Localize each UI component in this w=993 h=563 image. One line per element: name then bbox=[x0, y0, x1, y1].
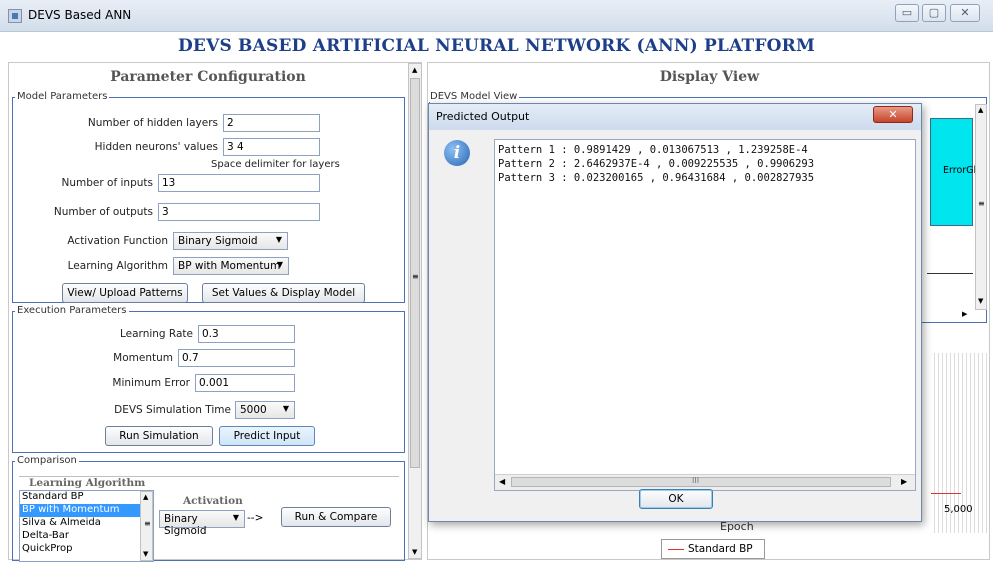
algorithm-list[interactable]: Standard BP BP with Momentum Silva & Alm… bbox=[19, 490, 154, 562]
output-line-1: Pattern 1 : 0.9891429 , 0.013067513 , 1.… bbox=[498, 144, 808, 156]
list-item[interactable]: BP with Momentum bbox=[20, 504, 140, 517]
algorithm-column-header: Learning Algorithm bbox=[29, 477, 146, 489]
list-item[interactable]: QuickProp bbox=[20, 543, 140, 556]
dialog-title: Predicted Output bbox=[436, 110, 530, 123]
scroll-grip-icon: III bbox=[692, 476, 700, 485]
display-panel-title: Display View bbox=[659, 69, 760, 85]
scroll-thumb[interactable]: III bbox=[511, 476, 891, 487]
momentum-input[interactable]: 0.7 bbox=[178, 349, 295, 367]
output-line-3: Pattern 3 : 0.023200165 , 0.96431684 , 0… bbox=[498, 172, 815, 184]
parameter-panel-title: Parameter Configuration bbox=[110, 69, 306, 85]
parameter-panel: Parameter Configuration Model Parameters… bbox=[8, 62, 422, 562]
scroll-up-icon[interactable]: ▲ bbox=[978, 106, 983, 114]
activation-column-header: Activation bbox=[183, 495, 243, 507]
learning-algorithm-select[interactable]: BP with Momentum ▼ bbox=[173, 257, 289, 275]
activation-function-select[interactable]: Binary Sigmoid ▼ bbox=[173, 232, 288, 250]
predicted-output-textarea[interactable]: Pattern 1 : 0.9891429 , 0.013067513 , 1.… bbox=[494, 139, 916, 491]
comparison-activation-select[interactable]: Binary Sigmoid ▼ bbox=[159, 510, 245, 537]
hidden-neurons-input[interactable]: 3 4 bbox=[223, 138, 320, 156]
set-values-display-model-button[interactable]: Set Values & Display Model bbox=[202, 283, 365, 303]
view-upload-patterns-button[interactable]: View/ Upload Patterns bbox=[62, 283, 188, 303]
window-title: DEVS Based ANN bbox=[28, 8, 132, 22]
error-node[interactable]: ErrorGl bbox=[930, 118, 977, 226]
run-compare-button[interactable]: Run & Compare bbox=[281, 507, 391, 527]
comparison-activation-value: Binary Sigmoid bbox=[164, 513, 207, 537]
scroll-down-icon[interactable]: ▼ bbox=[978, 297, 983, 305]
legend-entry-label: Standard BP bbox=[688, 543, 753, 555]
devs-model-view-legend: DEVS Model View bbox=[428, 91, 520, 102]
simulation-time-select[interactable]: 5000 ▼ bbox=[235, 401, 295, 419]
activation-function-label: Activation Function bbox=[67, 235, 168, 247]
predicted-output-dialog: Predicted Output ✕ i Pattern 1 : 0.98914… bbox=[428, 103, 922, 522]
chevron-down-icon: ▼ bbox=[276, 260, 283, 269]
minimum-error-label: Minimum Error bbox=[112, 377, 190, 389]
legend-line-swatch bbox=[668, 549, 684, 550]
list-item[interactable]: Delta-Bar bbox=[20, 530, 140, 543]
main-title: DEVS BASED ARTIFICIAL NEURAL NETWORK (AN… bbox=[177, 36, 816, 56]
minimize-button[interactable]: ▭ bbox=[895, 4, 919, 22]
output-hscrollbar[interactable]: ◀ III ▶ bbox=[495, 474, 915, 490]
learning-rate-label: Learning Rate bbox=[120, 328, 193, 340]
scroll-right-icon[interactable]: ▶ bbox=[901, 477, 907, 486]
list-item[interactable]: Standard BP bbox=[20, 491, 140, 504]
algorithm-list-scrollbar[interactable]: ▲ ≡ ▼ bbox=[140, 491, 153, 561]
scroll-grip-icon[interactable]: ≡ bbox=[144, 519, 151, 528]
parameter-panel-scrollbar[interactable]: ▲ ≡ ▼ bbox=[408, 63, 422, 559]
window-title-bar: DEVS Based ANN ▭ ▢ ✕ bbox=[0, 0, 993, 32]
model-parameters-legend: Model Parameters bbox=[15, 91, 110, 102]
ok-button[interactable]: OK bbox=[639, 489, 713, 509]
predict-input-button[interactable]: Predict Input bbox=[219, 426, 315, 446]
activation-function-value: Binary Sigmoid bbox=[178, 235, 258, 247]
scroll-right-icon[interactable]: ▶ bbox=[962, 310, 967, 318]
simulation-time-value: 5000 bbox=[240, 404, 267, 416]
minimum-error-input[interactable]: 0.001 bbox=[195, 374, 295, 392]
execution-parameters-group: Execution Parameters Learning Rate 0.3 M… bbox=[12, 305, 405, 453]
hidden-neurons-label: Hidden neurons' values bbox=[94, 141, 218, 153]
comparison-legend: Comparison bbox=[15, 455, 79, 466]
model-view-scrollbar[interactable]: ▲ ≡ ▼ bbox=[975, 104, 987, 310]
dialog-title-bar: Predicted Output ✕ bbox=[429, 104, 921, 130]
chevron-down-icon: ▼ bbox=[282, 404, 289, 413]
layer-delimiter-hint: Space delimiter for layers bbox=[211, 159, 340, 170]
dialog-close-button[interactable]: ✕ bbox=[873, 106, 913, 123]
output-line-2: Pattern 2 : 2.6462937E-4 , 0.009225535 ,… bbox=[498, 158, 815, 170]
hidden-layers-label: Number of hidden layers bbox=[87, 117, 218, 129]
learning-algorithm-label: Learning Algorithm bbox=[67, 260, 168, 272]
arrow-icon: --> bbox=[247, 512, 264, 524]
chart-legend: Standard BP bbox=[661, 539, 765, 559]
app-icon bbox=[8, 9, 22, 23]
close-button[interactable]: ✕ bbox=[950, 4, 980, 22]
run-simulation-button[interactable]: Run Simulation bbox=[105, 426, 213, 446]
momentum-label: Momentum bbox=[113, 352, 173, 364]
chevron-down-icon: ▼ bbox=[232, 513, 239, 522]
scroll-down-icon[interactable]: ▼ bbox=[143, 550, 148, 558]
error-node-label: ErrorGl bbox=[943, 165, 977, 176]
scroll-down-icon[interactable]: ▼ bbox=[412, 548, 417, 556]
chart-x-tick: 5,000 bbox=[944, 504, 973, 515]
outputs-label: Number of outputs bbox=[53, 206, 153, 218]
simulation-time-label: DEVS Simulation Time bbox=[114, 404, 231, 416]
model-connector-line bbox=[927, 273, 973, 274]
inputs-input[interactable]: 13 bbox=[158, 174, 320, 192]
info-icon: i bbox=[444, 140, 470, 166]
maximize-button[interactable]: ▢ bbox=[922, 4, 946, 22]
list-item[interactable]: Silva & Almeida bbox=[20, 517, 140, 530]
chevron-down-icon: ▼ bbox=[275, 235, 282, 244]
scroll-up-icon[interactable]: ▲ bbox=[143, 493, 148, 501]
scroll-grip-icon[interactable]: ≡ bbox=[978, 199, 985, 208]
execution-parameters-legend: Execution Parameters bbox=[15, 305, 129, 316]
outputs-input[interactable]: 3 bbox=[158, 203, 320, 221]
learning-algorithm-value: BP with Momentum bbox=[178, 260, 281, 272]
hidden-layers-input[interactable]: 2 bbox=[223, 114, 320, 132]
scroll-grip-icon[interactable]: ≡ bbox=[412, 272, 419, 281]
scroll-left-icon[interactable]: ◀ bbox=[499, 477, 505, 486]
chart-series-line bbox=[931, 493, 961, 494]
scroll-up-icon[interactable]: ▲ bbox=[412, 66, 417, 74]
comparison-group: Comparison Learning Algorithm Standard B… bbox=[12, 455, 405, 562]
learning-rate-input[interactable]: 0.3 bbox=[198, 325, 295, 343]
model-parameters-group: Model Parameters Number of hidden layers… bbox=[12, 91, 405, 303]
inputs-label: Number of inputs bbox=[61, 177, 153, 189]
